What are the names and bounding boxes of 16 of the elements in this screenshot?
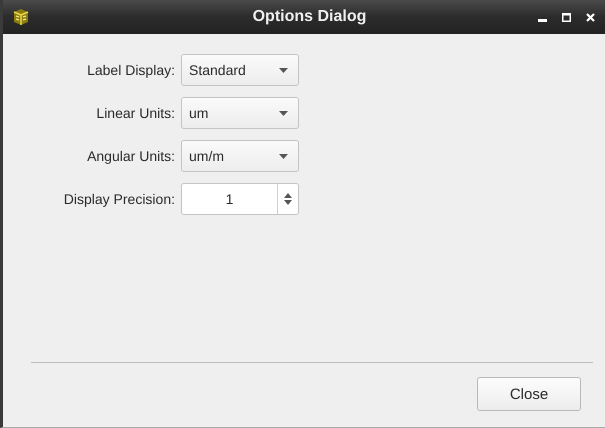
field-label: Linear Units: — [95, 105, 175, 121]
window-title: Options Dialog — [252, 8, 368, 26]
dropdown[interactable]: Standard — [181, 54, 299, 86]
field-label: Angular Units: — [86, 148, 175, 164]
dropdown[interactable]: um — [181, 97, 299, 129]
caret-icon — [279, 110, 288, 116]
spin-box[interactable]: 1 — [181, 183, 299, 215]
dropdown[interactable]: um/m — [181, 140, 299, 172]
cube-icon — [11, 7, 31, 27]
caret-icon — [279, 154, 288, 158]
close-icon[interactable] — [586, 12, 595, 22]
caret-icon — [279, 68, 288, 72]
maximize-icon[interactable] — [562, 12, 571, 22]
close-button[interactable]: Close — [477, 377, 581, 411]
field-label: Display Precision: — [62, 191, 175, 207]
field-label: Label Display: — [86, 62, 175, 78]
